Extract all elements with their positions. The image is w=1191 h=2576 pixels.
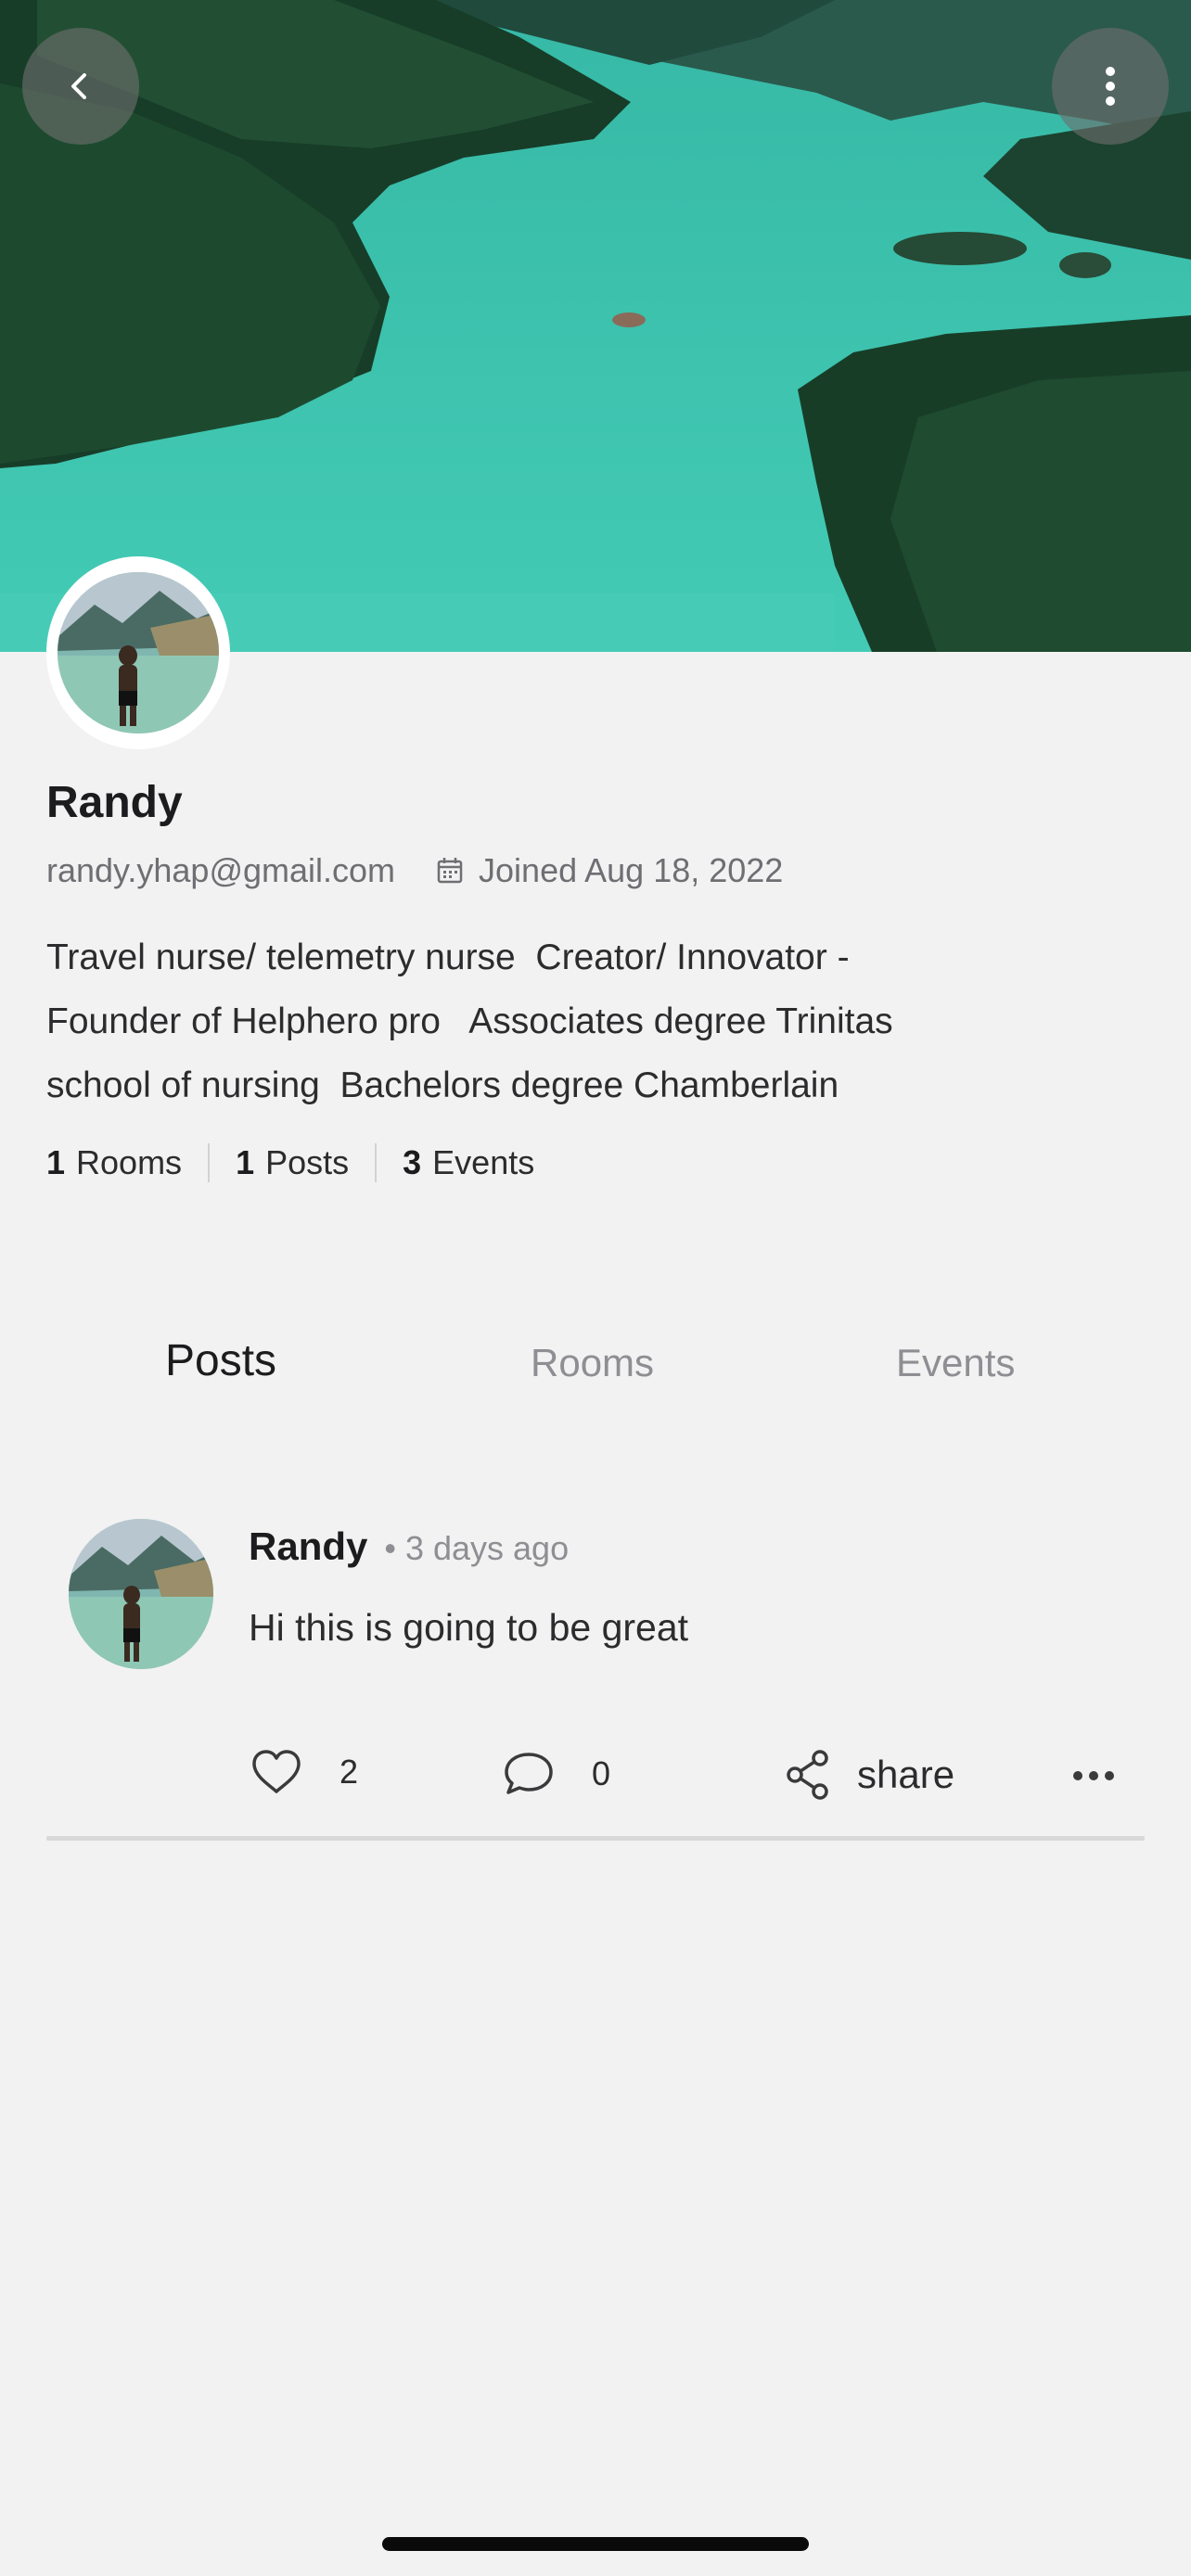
calendar-icon xyxy=(436,856,464,886)
post-author-name[interactable]: Randy xyxy=(249,1524,367,1569)
back-button[interactable] xyxy=(22,28,139,145)
stat-events[interactable]: 3 Events xyxy=(375,1143,560,1182)
comment-bubble-icon xyxy=(505,1753,553,1794)
comment-button[interactable]: 0 xyxy=(503,1751,610,1797)
chevron-left-icon xyxy=(71,73,86,99)
stat-label: Events xyxy=(432,1143,535,1181)
profile-avatar xyxy=(46,556,230,749)
like-button[interactable]: 2 xyxy=(250,1749,358,1795)
tab-rooms[interactable]: Rooms xyxy=(531,1341,654,1385)
home-indicator[interactable] xyxy=(382,2537,809,2551)
stat-rooms[interactable]: 1 Rooms xyxy=(46,1143,208,1182)
profile-stats: 1 Rooms 1 Posts 3 Events xyxy=(46,1137,560,1189)
heart-icon xyxy=(252,1750,301,1793)
post-header: Randy • 3 days ago xyxy=(249,1524,569,1569)
stat-count: 1 xyxy=(236,1143,255,1181)
post-more-button[interactable] xyxy=(1072,1769,1115,1787)
post-divider xyxy=(46,1836,1145,1841)
stat-label: Posts xyxy=(265,1143,350,1181)
profile-page: Randy randy.yhap@gmail.com Joined Aug 18… xyxy=(0,0,1191,2576)
profile-bio: Travel nurse/ telemetry nurse Creator/ I… xyxy=(46,937,893,1105)
stat-posts[interactable]: 1 Posts xyxy=(208,1143,375,1182)
avatar-photo xyxy=(69,1519,213,1669)
more-options-button[interactable] xyxy=(1052,28,1169,145)
comment-count: 0 xyxy=(592,1754,611,1792)
post-actions: 2 0 share xyxy=(0,1749,1191,1814)
joined-date: Joined Aug 18, 2022 xyxy=(479,851,784,889)
post-body: Hi this is going to be great xyxy=(249,1606,689,1649)
stat-label: Rooms xyxy=(76,1143,183,1181)
profile-email: randy.yhap@gmail.com xyxy=(46,851,396,889)
horizontal-ellipsis-icon xyxy=(1073,1771,1114,1780)
tab-events[interactable]: Events xyxy=(896,1341,1015,1385)
stat-count: 3 xyxy=(403,1143,422,1181)
share-icon xyxy=(787,1750,828,1800)
profile-name: Randy xyxy=(46,778,183,827)
like-count: 2 xyxy=(339,1753,359,1791)
post-timestamp: • 3 days ago xyxy=(384,1529,570,1567)
cover-photo xyxy=(0,0,1191,652)
post-avatar[interactable] xyxy=(69,1519,213,1669)
vertical-ellipsis-icon xyxy=(1106,67,1115,106)
profile-meta: randy.yhap@gmail.com Joined Aug 18, 2022 xyxy=(46,851,783,890)
stat-count: 1 xyxy=(46,1143,66,1181)
tab-posts[interactable]: Posts xyxy=(165,1335,276,1386)
share-button[interactable]: share xyxy=(785,1749,954,1801)
share-label: share xyxy=(857,1753,955,1796)
avatar-photo xyxy=(58,572,219,733)
